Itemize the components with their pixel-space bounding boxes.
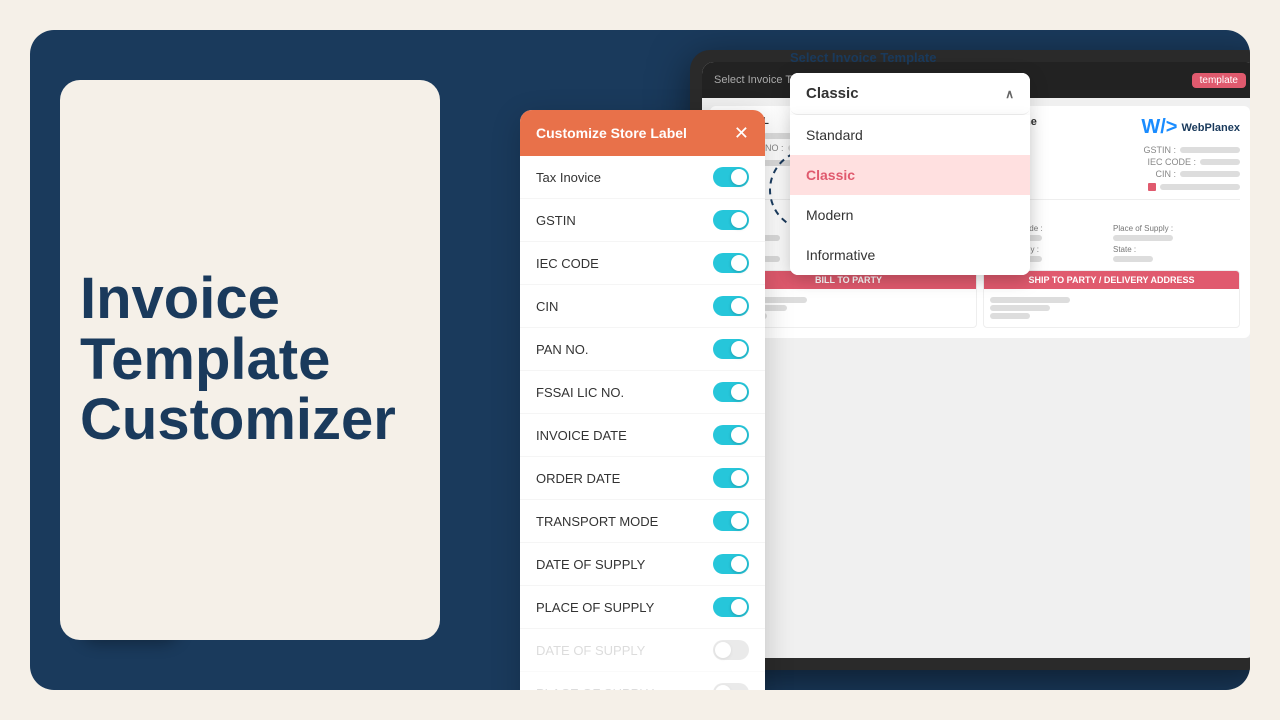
customize-item-label: CIN	[536, 299, 558, 314]
toggle-switch[interactable]	[713, 468, 749, 488]
customize-item-label: DATE OF SUPPLY	[536, 643, 645, 658]
customize-item: CIN	[520, 285, 765, 328]
customize-item-label: DATE OF SUPPLY	[536, 557, 645, 572]
toggle-switch[interactable]	[713, 597, 749, 617]
select-template-label: Select Invoice Template	[790, 50, 1030, 65]
customize-item-dimmed: DATE OF SUPPLY	[520, 629, 765, 672]
customize-item-label: Tax Inovice	[536, 170, 601, 185]
customize-item-dimmed: PLACE OF SUPPLY	[520, 672, 765, 690]
place-field: Place of Supply :	[1113, 224, 1240, 241]
customize-item: IEC CODE	[520, 242, 765, 285]
dropdown-option[interactable]: Informative	[790, 235, 1030, 275]
customize-item-label: INVOICE DATE	[536, 428, 627, 443]
toggle-switch[interactable]	[713, 425, 749, 445]
right-area: Select Invoice Template Classic ∧ Standa…	[470, 30, 1250, 690]
toggle-switch[interactable]	[713, 382, 749, 402]
customize-item-label: PLACE OF SUPPLY	[536, 600, 654, 615]
customize-panel-title: Customize Store Label	[536, 125, 687, 141]
customize-item: DATE OF SUPPLY	[520, 543, 765, 586]
toggle-switch[interactable]	[713, 296, 749, 316]
customize-item: FSSAI LIC NO.	[520, 371, 765, 414]
customize-item: ORDER DATE	[520, 457, 765, 500]
toggle-switch[interactable]	[713, 683, 749, 690]
customize-item-label: IEC CODE	[536, 256, 599, 271]
customize-item: INVOICE DATE	[520, 414, 765, 457]
customize-item: PAN NO.	[520, 328, 765, 371]
close-icon[interactable]: ✕	[734, 124, 749, 142]
customize-item-label: PLACE OF SUPPLY	[536, 686, 654, 691]
dropdown-option[interactable]: Classic	[790, 155, 1030, 195]
dropdown-options-list: StandardClassicModernInformative	[790, 115, 1030, 275]
customize-panel-header: Customize Store Label ✕	[520, 110, 765, 156]
customize-panel: Customize Store Label ✕ Tax Inovice GSTIN…	[520, 110, 765, 690]
toggle-switch[interactable]	[713, 167, 749, 187]
tablet-topbar-button[interactable]: template	[1192, 73, 1246, 88]
dropdown-option[interactable]: Standard	[790, 115, 1030, 155]
customize-item: TRANSPORT MODE	[520, 500, 765, 543]
invoice-right-fields: W/> WebPlanex GSTIN : IEC CODE :	[1141, 116, 1240, 191]
page-background: Invoice Template Customizer GST INDIA Se…	[0, 0, 1280, 720]
dropdown-selected-value[interactable]: Classic ∧	[790, 73, 1030, 115]
customize-item-label: GSTIN	[536, 213, 576, 228]
main-card: Invoice Template Customizer GST INDIA Se…	[30, 30, 1250, 690]
select-template-area: Select Invoice Template Classic ∧ Standa…	[790, 50, 1030, 275]
select-template-dropdown[interactable]: Classic ∧ StandardClassicModernInformati…	[790, 73, 1030, 275]
toggle-switch[interactable]	[713, 511, 749, 531]
chevron-up-icon: ∧	[1005, 87, 1014, 101]
customize-item: PLACE OF SUPPLY	[520, 586, 765, 629]
customize-item-label: ORDER DATE	[536, 471, 620, 486]
customize-item: Tax Inovice	[520, 156, 765, 199]
customize-item: GSTIN	[520, 199, 765, 242]
left-panel: Invoice Template Customizer	[30, 209, 470, 512]
customize-item-label: TRANSPORT MODE	[536, 514, 658, 529]
toggle-switch[interactable]	[713, 210, 749, 230]
customize-item-label: PAN NO.	[536, 342, 589, 357]
toggle-switch[interactable]	[713, 640, 749, 660]
dropdown-option[interactable]: Modern	[790, 195, 1030, 235]
toggle-switch[interactable]	[713, 554, 749, 574]
page-title: Invoice Template Customizer	[80, 269, 420, 452]
bill-ship-section: BILL TO PARTY SHIP TO PARTY / DELIVERY A…	[720, 270, 1240, 328]
toggle-switch[interactable]	[713, 339, 749, 359]
customize-panel-body: Tax Inovice GSTIN IEC CODE CIN PAN NO. FSSAI …	[520, 156, 765, 690]
state-field: State :	[1113, 245, 1240, 262]
customize-item-label: FSSAI LIC NO.	[536, 385, 624, 400]
toggle-switch[interactable]	[713, 253, 749, 273]
